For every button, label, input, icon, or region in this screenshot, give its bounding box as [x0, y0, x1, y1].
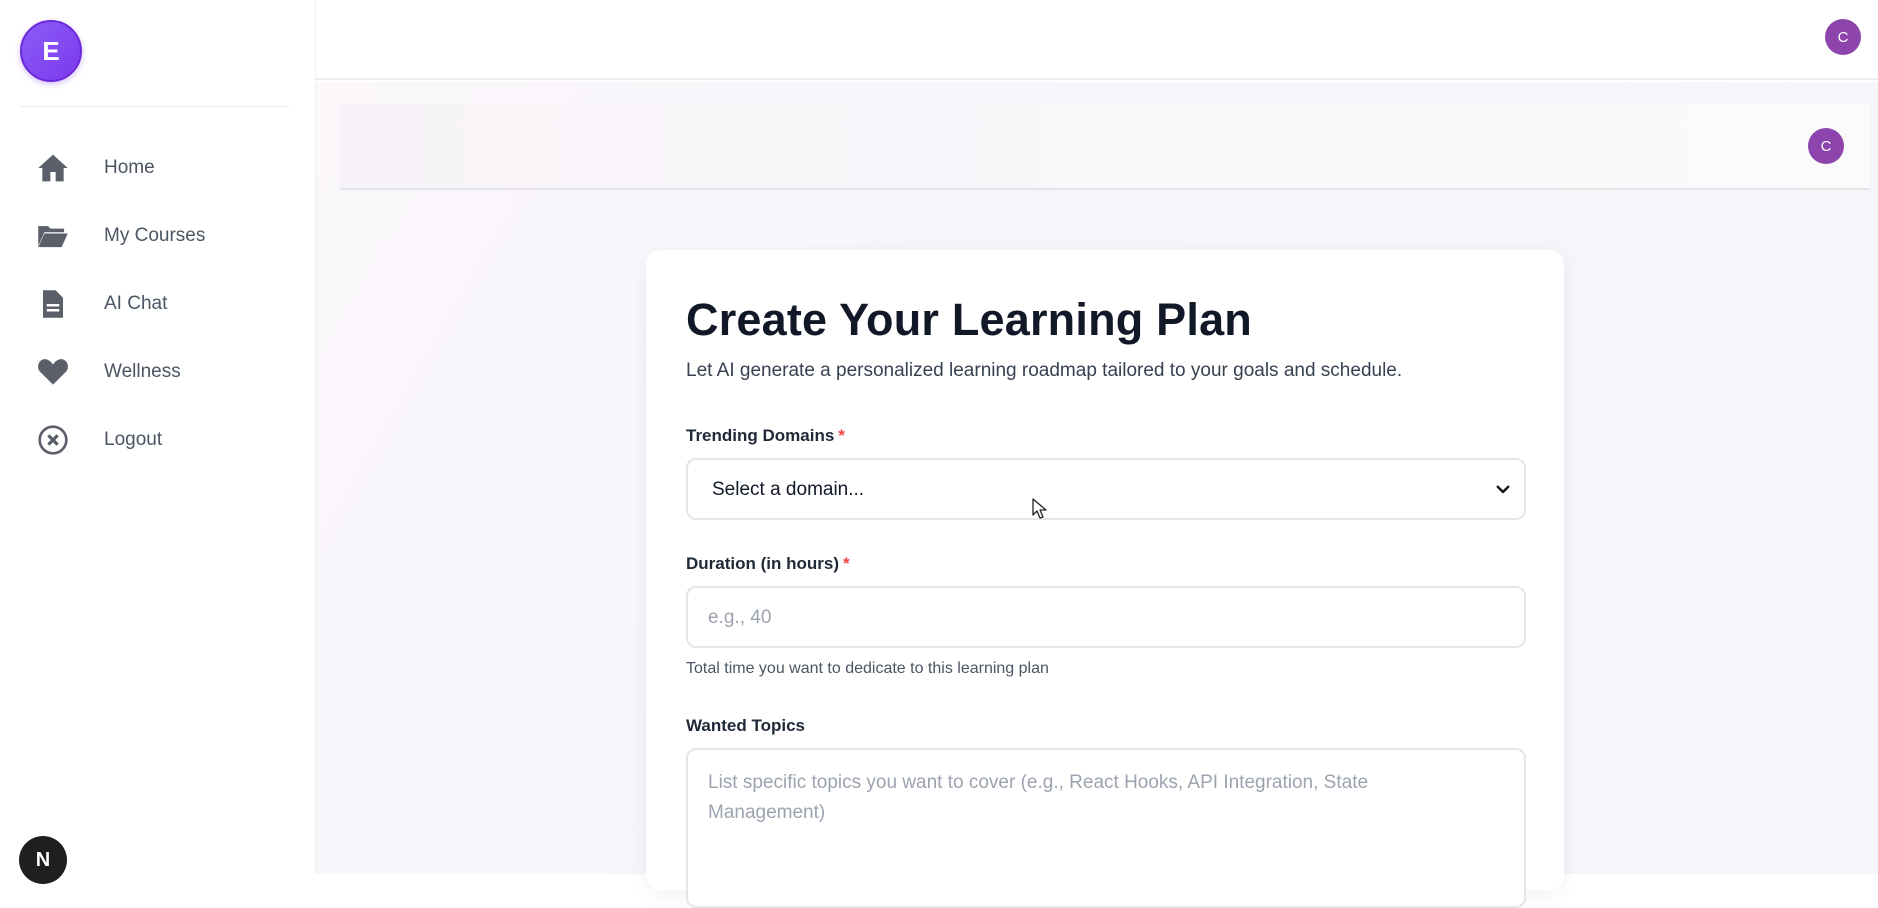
- sidebar-item-wellness[interactable]: Wellness: [0, 338, 316, 406]
- page-title: Create Your Learning Plan: [686, 294, 1252, 345]
- framework-badge[interactable]: N: [19, 836, 67, 884]
- folder-icon: [36, 219, 70, 253]
- domain-label: Trending Domains *: [686, 426, 845, 446]
- sidebar-item-label: Logout: [104, 429, 163, 450]
- topics-label: Wanted Topics: [686, 716, 805, 735]
- heart-icon: [36, 355, 70, 389]
- mouse-cursor-icon: [1032, 498, 1047, 519]
- page-subtitle: Let AI generate a personalized learning …: [686, 360, 1403, 381]
- sidebar-item-label: Home: [104, 157, 155, 178]
- domain-select-value: Select a domain...: [712, 479, 865, 500]
- required-marker: *: [842, 554, 850, 573]
- chevron-down-icon: [1494, 480, 1512, 498]
- document-icon: [36, 287, 70, 321]
- duration-label-text: Duration (in hours): [686, 554, 839, 573]
- topics-placeholder: List specific topics you want to cover (…: [708, 772, 1369, 823]
- user-avatar[interactable]: C: [1825, 19, 1861, 55]
- learning-plan-form: Create Your Learning Plan Let AI generat…: [646, 250, 1564, 908]
- sidebar-item-label: Wellness: [104, 361, 181, 382]
- domain-select[interactable]: Select a domain...: [686, 458, 1526, 520]
- home-icon: [36, 151, 70, 185]
- duration-help-text: Total time you want to dedicate to this …: [686, 660, 1049, 677]
- sidebar-item-ai-chat[interactable]: AI Chat: [0, 270, 316, 338]
- topbar: C: [316, 0, 1878, 80]
- duration-input[interactable]: e.g., 40: [686, 586, 1526, 648]
- duration-label: Duration (in hours) *: [686, 554, 850, 574]
- sidebar-nav: Home My Courses AI Chat Wellness Logout: [0, 134, 316, 474]
- subheader: C: [340, 104, 1870, 190]
- topics-textarea[interactable]: List specific topics you want to cover (…: [686, 748, 1526, 908]
- sidebar-item-my-courses[interactable]: My Courses: [0, 202, 316, 270]
- duration-placeholder: e.g., 40: [708, 607, 772, 628]
- sidebar-item-label: AI Chat: [104, 293, 168, 314]
- sidebar-item-label: My Courses: [104, 225, 206, 246]
- close-circle-icon: [36, 423, 70, 457]
- domain-label-text: Trending Domains: [686, 426, 835, 445]
- sidebar-divider: [20, 106, 290, 107]
- app-logo[interactable]: E: [20, 20, 82, 82]
- sidebar: E Home My Courses AI Chat Wellness Logou…: [0, 0, 316, 884]
- sidebar-item-home[interactable]: Home: [0, 134, 316, 202]
- main-content: C Create Your Learning Plan Let AI gener…: [316, 82, 1878, 908]
- sidebar-item-logout[interactable]: Logout: [0, 406, 316, 474]
- user-avatar[interactable]: C: [1808, 128, 1844, 164]
- required-marker: *: [838, 426, 845, 445]
